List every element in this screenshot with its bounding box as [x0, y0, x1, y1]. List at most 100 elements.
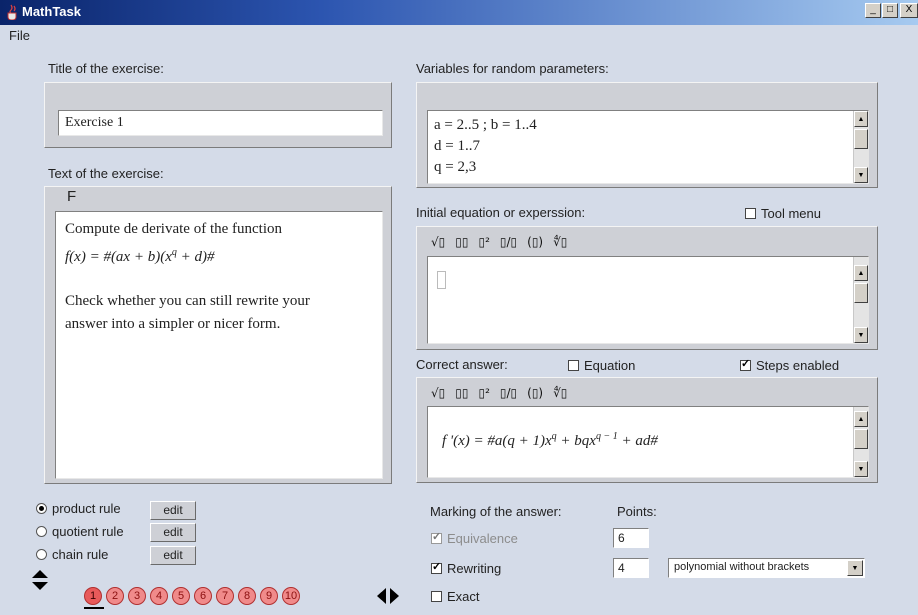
left-right-arrows-icon[interactable] [376, 587, 400, 605]
text-line-4: answer into a simpler or nicer form. [65, 315, 281, 332]
paren-button[interactable]: (▯) [527, 235, 543, 249]
page-navigator: 1 2 3 4 5 6 7 8 9 10 [84, 587, 300, 605]
sqrt-button[interactable]: √▯ [431, 386, 445, 400]
title-bar: MathTask _ □ X [0, 0, 918, 25]
menu-bar: File [0, 25, 918, 47]
page-button-3[interactable]: 3 [128, 587, 146, 605]
variables-label: Variables for random parameters: [416, 61, 609, 76]
quotient-rule-radio[interactable] [36, 526, 47, 537]
product-rule-radio[interactable] [36, 503, 47, 514]
rule-chain[interactable]: chain rule [36, 547, 108, 562]
exact-checkbox[interactable] [431, 591, 442, 602]
correct-panel: √▯ ▯▯ ▯² ▯/▯ (▯) ∜▯ f '(x) = #a(q + 1)xq… [416, 377, 878, 483]
page-button-8[interactable]: 8 [238, 587, 256, 605]
rule-product[interactable]: product rule [36, 501, 121, 516]
rewrite-option-select[interactable]: polynomial without brackets ▼ [668, 558, 865, 578]
close-button[interactable]: X [900, 3, 918, 18]
initial-editor[interactable] [427, 256, 869, 344]
correct-math-toolbar: √▯ ▯▯ ▯² ▯/▯ (▯) ∜▯ [423, 380, 567, 406]
edit-chain-rule-button[interactable]: edit [150, 546, 196, 565]
scroll-down-icon[interactable]: ▼ [854, 167, 868, 183]
square-button[interactable]: ▯² [478, 386, 489, 400]
correct-scrollbar[interactable]: ▲ ▼ [853, 407, 869, 477]
text-formula: f(x) = #(ax + b)(xq + d)# [65, 247, 215, 266]
variable-line: d = 1..7 [434, 138, 480, 154]
rule-quotient[interactable]: quotient rule [36, 524, 124, 539]
edit-product-rule-button[interactable]: edit [150, 501, 196, 520]
scroll-down-icon[interactable]: ▼ [854, 461, 868, 477]
scroll-down-icon[interactable]: ▼ [854, 327, 868, 343]
title-panel: Exercise 1 [44, 82, 392, 148]
rewriting-points-input[interactable]: 4 [613, 558, 649, 578]
variable-line: q = 2,3 [434, 159, 477, 175]
nth-root-button[interactable]: ∜▯ [553, 235, 567, 249]
page-button-7[interactable]: 7 [216, 587, 234, 605]
menu-file[interactable]: File [9, 28, 30, 43]
page-button-4[interactable]: 4 [150, 587, 168, 605]
chevron-down-icon[interactable]: ▼ [847, 560, 863, 576]
chain-rule-radio[interactable] [36, 549, 47, 560]
equation-toggle[interactable]: Equation [568, 358, 635, 373]
java-cup-icon [7, 4, 17, 20]
page-button-2[interactable]: 2 [106, 587, 124, 605]
up-down-arrows-icon[interactable] [30, 569, 50, 591]
exact-toggle[interactable]: Exact [431, 589, 480, 604]
initial-scrollbar[interactable]: ▲ ▼ [853, 257, 869, 343]
title-input[interactable]: Exercise 1 [58, 110, 383, 136]
power-button[interactable]: ▯▯ [455, 386, 468, 400]
points-label: Points: [617, 504, 657, 519]
page-button-9[interactable]: 9 [260, 587, 278, 605]
scroll-up-icon[interactable]: ▲ [854, 111, 868, 127]
scroll-thumb[interactable] [854, 429, 868, 449]
current-page-underline [84, 607, 104, 609]
fraction-button[interactable]: ▯/▯ [500, 235, 517, 249]
window-title: MathTask [22, 4, 81, 19]
text-label: Text of the exercise: [48, 166, 164, 181]
fraction-button[interactable]: ▯/▯ [500, 386, 517, 400]
title-label: Title of the exercise: [48, 61, 164, 76]
font-button[interactable]: F [67, 188, 76, 205]
initial-math-toolbar: √▯ ▯▯ ▯² ▯/▯ (▯) ∜▯ [423, 229, 567, 255]
rewriting-toggle[interactable]: Rewriting [431, 560, 501, 576]
marking-label: Marking of the answer: [430, 504, 562, 519]
initial-label: Initial equation or experssion: [416, 205, 586, 220]
equivalence-checkbox [431, 530, 442, 544]
initial-panel: √▯ ▯▯ ▯² ▯/▯ (▯) ∜▯ ▲ ▼ [416, 226, 878, 350]
scroll-up-icon[interactable]: ▲ [854, 411, 868, 427]
minimize-button[interactable]: _ [865, 3, 881, 18]
equation-checkbox[interactable] [568, 360, 579, 371]
sqrt-button[interactable]: √▯ [431, 235, 445, 249]
power-button[interactable]: ▯▯ [455, 235, 468, 249]
page-button-10[interactable]: 10 [282, 587, 300, 605]
equivalence-toggle: Equivalence [431, 530, 518, 546]
steps-toggle[interactable]: Steps enabled [740, 357, 839, 373]
edit-quotient-rule-button[interactable]: edit [150, 523, 196, 542]
page-button-6[interactable]: 6 [194, 587, 212, 605]
rewrite-option-value: polynomial without brackets [674, 561, 810, 573]
empty-placeholder-box [437, 271, 446, 289]
paren-button[interactable]: (▯) [527, 386, 543, 400]
correct-label: Correct answer: [416, 357, 508, 372]
square-button[interactable]: ▯² [478, 235, 489, 249]
correct-editor[interactable]: f '(x) = #a(q + 1)xq + bqxq − 1 + ad# [427, 406, 869, 478]
page-button-1[interactable]: 1 [84, 587, 102, 605]
scroll-up-icon[interactable]: ▲ [854, 265, 868, 281]
page-button-5[interactable]: 5 [172, 587, 190, 605]
rewriting-checkbox[interactable] [431, 560, 442, 574]
variables-panel: a = 2..5 ; b = 1..4 d = 1..7 q = 2,3 ▲ ▼ [416, 82, 878, 188]
maximize-button[interactable]: □ [882, 3, 898, 18]
steps-checkbox[interactable] [740, 357, 751, 371]
variable-line: a = 2..5 ; b = 1..4 [434, 117, 537, 133]
text-editor[interactable]: Compute de derivate of the function f(x)… [55, 211, 383, 479]
tool-menu-toggle[interactable]: Tool menu [745, 206, 821, 221]
scroll-thumb[interactable] [854, 283, 868, 303]
scroll-thumb[interactable] [854, 129, 868, 149]
variables-scrollbar[interactable]: ▲ ▼ [853, 111, 869, 183]
text-line-1: Compute de derivate of the function [65, 221, 283, 237]
nth-root-button[interactable]: ∜▯ [553, 386, 567, 400]
correct-formula: f '(x) = #a(q + 1)xq + bqxq − 1 + ad# [442, 431, 658, 449]
text-panel: F Compute de derivate of the function f(… [44, 186, 392, 484]
variables-editor[interactable]: a = 2..5 ; b = 1..4 d = 1..7 q = 2,3 [427, 110, 869, 184]
tool-menu-checkbox[interactable] [745, 208, 756, 219]
equivalence-points-input[interactable]: 6 [613, 528, 649, 548]
